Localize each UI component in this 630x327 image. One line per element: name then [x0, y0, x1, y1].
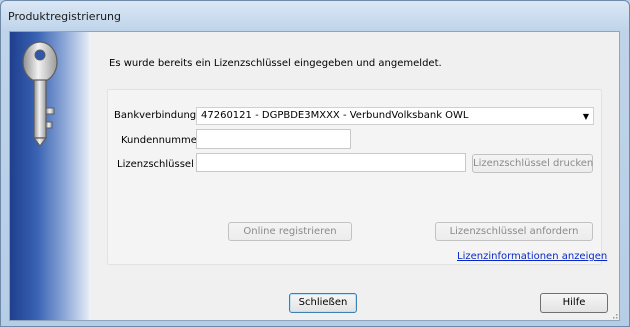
help-button[interactable]: Hilfe: [540, 293, 608, 313]
registration-panel: Bankverbindung 47260121 - DGPBDE3MXXX - …: [107, 89, 607, 265]
license-key-input[interactable]: [196, 153, 466, 172]
title-bar[interactable]: Produktregistrierung: [1, 1, 629, 31]
dialog-window: Produktregistrierung Es wurde bereits ei…: [0, 0, 630, 327]
bank-select[interactable]: 47260121 - DGPBDE3MXXX - VerbundVolksban…: [196, 107, 594, 125]
intro-text: Es wurde bereits ein Lizenzschlüssel ein…: [109, 58, 442, 69]
dialog-content: Es wurde bereits ein Lizenzschlüssel ein…: [9, 31, 620, 321]
resize-grip-icon[interactable]: [610, 311, 618, 319]
key-banner: [10, 32, 89, 320]
license-info-link[interactable]: Lizenzinformationen anzeigen: [457, 251, 607, 262]
request-license-key-button[interactable]: Lizenzschlüssel anfordern: [435, 222, 593, 241]
customer-number-input[interactable]: [196, 129, 351, 149]
customer-number-label: Kundennummer: [121, 135, 201, 146]
key-icon: [22, 41, 58, 147]
bank-select-value: 47260121 - DGPBDE3MXXX - VerbundVolksban…: [201, 110, 469, 121]
bank-label: Bankverbindung: [114, 110, 197, 121]
license-key-label: Lizenzschlüssel: [117, 159, 194, 170]
print-license-key-button[interactable]: Lizenzschlüssel drucken: [472, 154, 593, 173]
register-online-button[interactable]: Online registrieren: [228, 222, 352, 241]
chevron-down-icon[interactable]: ▼: [583, 112, 589, 121]
window-title: Produktregistrierung: [8, 10, 122, 23]
close-button[interactable]: Schließen: [289, 293, 357, 313]
